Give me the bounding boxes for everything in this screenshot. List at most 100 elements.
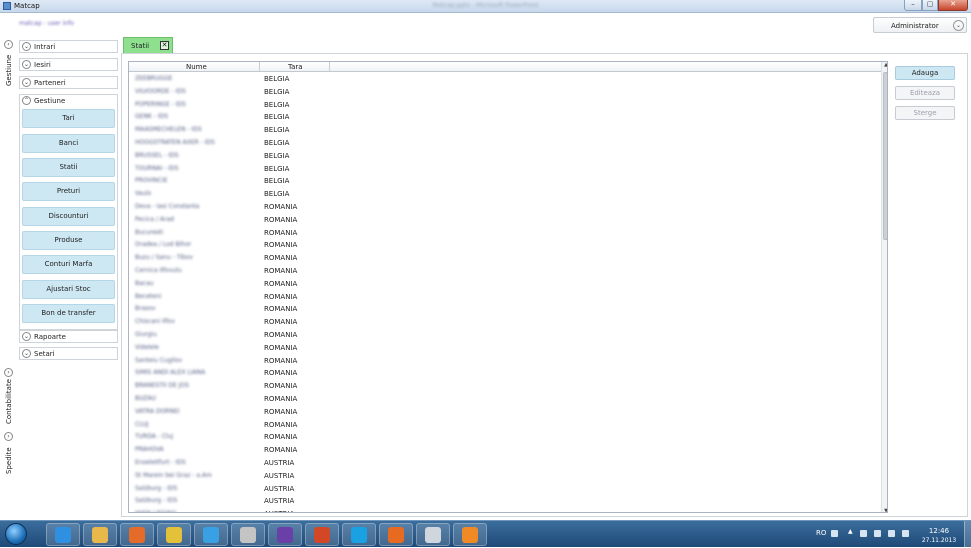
vertical-scrollbar[interactable]: ▲ ▼ xyxy=(881,62,887,512)
side-tab-spedite[interactable]: › Spedite xyxy=(1,432,17,474)
taskbar-calculator-button[interactable] xyxy=(416,523,450,546)
table-row[interactable]: BUZAU ROMANIA xyxy=(129,393,881,406)
table-row[interactable]: Pecica / Arad ROMANIA xyxy=(129,214,881,227)
nav-section-intrari[interactable]: ⌄ Intrari xyxy=(19,40,118,53)
signal-icon[interactable] xyxy=(888,530,895,537)
close-icon[interactable]: ✕ xyxy=(160,41,169,50)
table-row[interactable]: BRUSSEL - IDS BELGIA xyxy=(129,150,881,163)
nav-item-statii[interactable]: Statii xyxy=(22,158,115,177)
column-separator[interactable] xyxy=(259,62,260,72)
nav-section-rapoarte[interactable]: ⌄ Rapoarte xyxy=(19,330,118,343)
nav-item-banci[interactable]: Banci xyxy=(22,134,115,153)
table-row[interactable]: TURDA - Cluj ROMANIA xyxy=(129,431,881,444)
table-row[interactable]: VILVOORDE - IDS BELGIA xyxy=(129,86,881,99)
minimize-button[interactable]: – xyxy=(904,0,922,11)
taskbar-visual-studio-button[interactable] xyxy=(268,523,302,546)
cell-nume: CLUJ xyxy=(135,420,149,428)
taskbar-firefox-button[interactable] xyxy=(379,523,413,546)
user-menu-button[interactable]: Administrator ⌄ xyxy=(873,17,967,33)
taskbar-media-player-button[interactable] xyxy=(120,523,154,546)
clock-date[interactable]: 27.11.2013 xyxy=(920,537,958,544)
statii-grid[interactable]: Nume Tara ZEEBRUGGE BELGIA VILVOORDE - IDS… xyxy=(128,61,888,513)
maximize-button[interactable]: ▢ xyxy=(922,0,938,11)
nav-item-ajustari-stoc[interactable]: Ajustari Stoc xyxy=(22,280,115,299)
table-row[interactable]: Santeiu Cugilov ROMANIA xyxy=(129,355,881,368)
table-row[interactable]: Enseleitfurt - IDS AUSTRIA xyxy=(129,457,881,470)
chevron-up-icon[interactable]: ▲ xyxy=(848,528,855,535)
nav-item-discounturi[interactable]: Discounturi xyxy=(22,207,115,226)
nav-item-produse[interactable]: Produse xyxy=(22,231,115,250)
nav-section-parteneri[interactable]: ⌄ Parteneri xyxy=(19,76,118,89)
flag-icon[interactable] xyxy=(860,530,867,537)
taskbar-chrome-button[interactable] xyxy=(157,523,191,546)
cell-tara: ROMANIA xyxy=(264,254,298,263)
side-tab-gestiune[interactable]: ‹ Gestiune xyxy=(1,40,17,90)
cell-tara: BELGIA xyxy=(264,190,290,199)
side-tab-contabilitate[interactable]: › Contabilitate xyxy=(1,368,17,424)
cell-tara: BELGIA xyxy=(264,87,290,96)
table-row[interactable]: SIMIS ANDI ALEX LIANA ROMANIA xyxy=(129,367,881,380)
table-row[interactable]: WIEN LIESING AUSTRIA xyxy=(129,508,881,512)
table-row[interactable]: Videlele ROMANIA xyxy=(129,342,881,355)
table-row[interactable]: Vaulx BELGIA xyxy=(129,188,881,201)
table-row[interactable]: Bucuresti ROMANIA xyxy=(129,227,881,240)
scroll-up-arrow-icon[interactable]: ▲ xyxy=(882,62,887,68)
nav-item-bon-de-transfer[interactable]: Bon de transfer xyxy=(22,304,115,323)
scrollbar-thumb[interactable] xyxy=(883,72,887,240)
table-row[interactable]: POPERINGE - IDS BELGIA xyxy=(129,99,881,112)
network-icon[interactable] xyxy=(874,530,881,537)
taskbar-explorer-button[interactable] xyxy=(83,523,117,546)
table-row[interactable]: Deva - Iasi Constanta ROMANIA xyxy=(129,201,881,214)
table-row[interactable]: Giurgiu ROMANIA xyxy=(129,329,881,342)
table-row[interactable]: ZEEBRUGGE BELGIA xyxy=(129,73,881,86)
nav-item-tari[interactable]: Tari xyxy=(22,109,115,128)
table-row[interactable]: Salzburg - IDS AUSTRIA xyxy=(129,495,881,508)
nav-section-setari[interactable]: ⌄ Setari xyxy=(19,347,118,360)
table-row[interactable]: MAASMECHELEN - IDS BELGIA xyxy=(129,124,881,137)
cell-nume: Beceteni xyxy=(135,292,162,300)
column-header-nume[interactable]: Nume xyxy=(186,63,207,71)
table-row[interactable]: Oradea / Lod Bihor ROMANIA xyxy=(129,239,881,252)
table-row[interactable]: Bacau ROMANIA xyxy=(129,278,881,291)
nav-item-conturi-marfa[interactable]: Conturi Marfa xyxy=(22,255,115,274)
table-row[interactable]: HOOGSTRATEN AXER - IDS BELGIA xyxy=(129,137,881,150)
table-row[interactable]: Buzu / Sanu - Tibov ROMANIA xyxy=(129,252,881,265)
column-separator[interactable] xyxy=(329,62,330,72)
table-row[interactable]: St Marein bei Graz - a.Am AUSTRIA xyxy=(129,470,881,483)
cell-nume: Enseleitfurt - IDS xyxy=(135,458,186,466)
table-row[interactable]: Cernica Ilfovulu ROMANIA xyxy=(129,265,881,278)
taskbar-skype-button[interactable] xyxy=(342,523,376,546)
table-row[interactable]: GENK - IDS BELGIA xyxy=(129,111,881,124)
table-row[interactable]: CLUJ ROMANIA xyxy=(129,419,881,432)
taskbar-paint-brush-button[interactable] xyxy=(453,523,487,546)
table-row[interactable]: TOURNAI - IDS BELGIA xyxy=(129,163,881,176)
edit-button[interactable]: Editeaza xyxy=(895,86,955,100)
volume-icon[interactable] xyxy=(902,530,909,537)
keyboard-icon[interactable] xyxy=(831,530,838,537)
nav-section-iesiri[interactable]: ⌄ Iesiri xyxy=(19,58,118,71)
table-row[interactable]: Chiscani Ilfov ROMANIA xyxy=(129,316,881,329)
language-indicator[interactable]: RO xyxy=(816,529,826,537)
close-button[interactable]: ✕ xyxy=(938,0,968,11)
table-row[interactable]: VATRA DORNEI ROMANIA xyxy=(129,406,881,419)
table-row[interactable]: PRAHOVA ROMANIA xyxy=(129,444,881,457)
nav-item-preturi[interactable]: Preturi xyxy=(22,182,115,201)
table-row[interactable]: Brasov ROMANIA xyxy=(129,303,881,316)
table-row[interactable]: BRANESTII DE JOS ROMANIA xyxy=(129,380,881,393)
scroll-down-arrow-icon[interactable]: ▼ xyxy=(882,508,887,512)
table-row[interactable]: PROVINCIE BELGIA xyxy=(129,175,881,188)
taskbar-ie-button[interactable] xyxy=(46,523,80,546)
add-button[interactable]: Adauga xyxy=(895,66,955,80)
taskbar-powerpoint-button[interactable] xyxy=(305,523,339,546)
table-row[interactable]: Beceteni ROMANIA xyxy=(129,291,881,304)
delete-button[interactable]: Sterge xyxy=(895,106,955,120)
cell-nume: MAASMECHELEN - IDS xyxy=(135,126,202,134)
taskbar-tools-button[interactable] xyxy=(231,523,265,546)
show-desktop-button[interactable] xyxy=(964,521,971,548)
table-row[interactable]: Salzburg - IDS AUSTRIA xyxy=(129,483,881,496)
start-button[interactable] xyxy=(5,523,27,545)
tab-statii[interactable]: Statii ✕ xyxy=(123,37,173,53)
column-header-tara[interactable]: Tara xyxy=(288,63,303,71)
clock-time[interactable]: 12:46 xyxy=(924,527,954,535)
taskbar-paint-button[interactable] xyxy=(194,523,228,546)
